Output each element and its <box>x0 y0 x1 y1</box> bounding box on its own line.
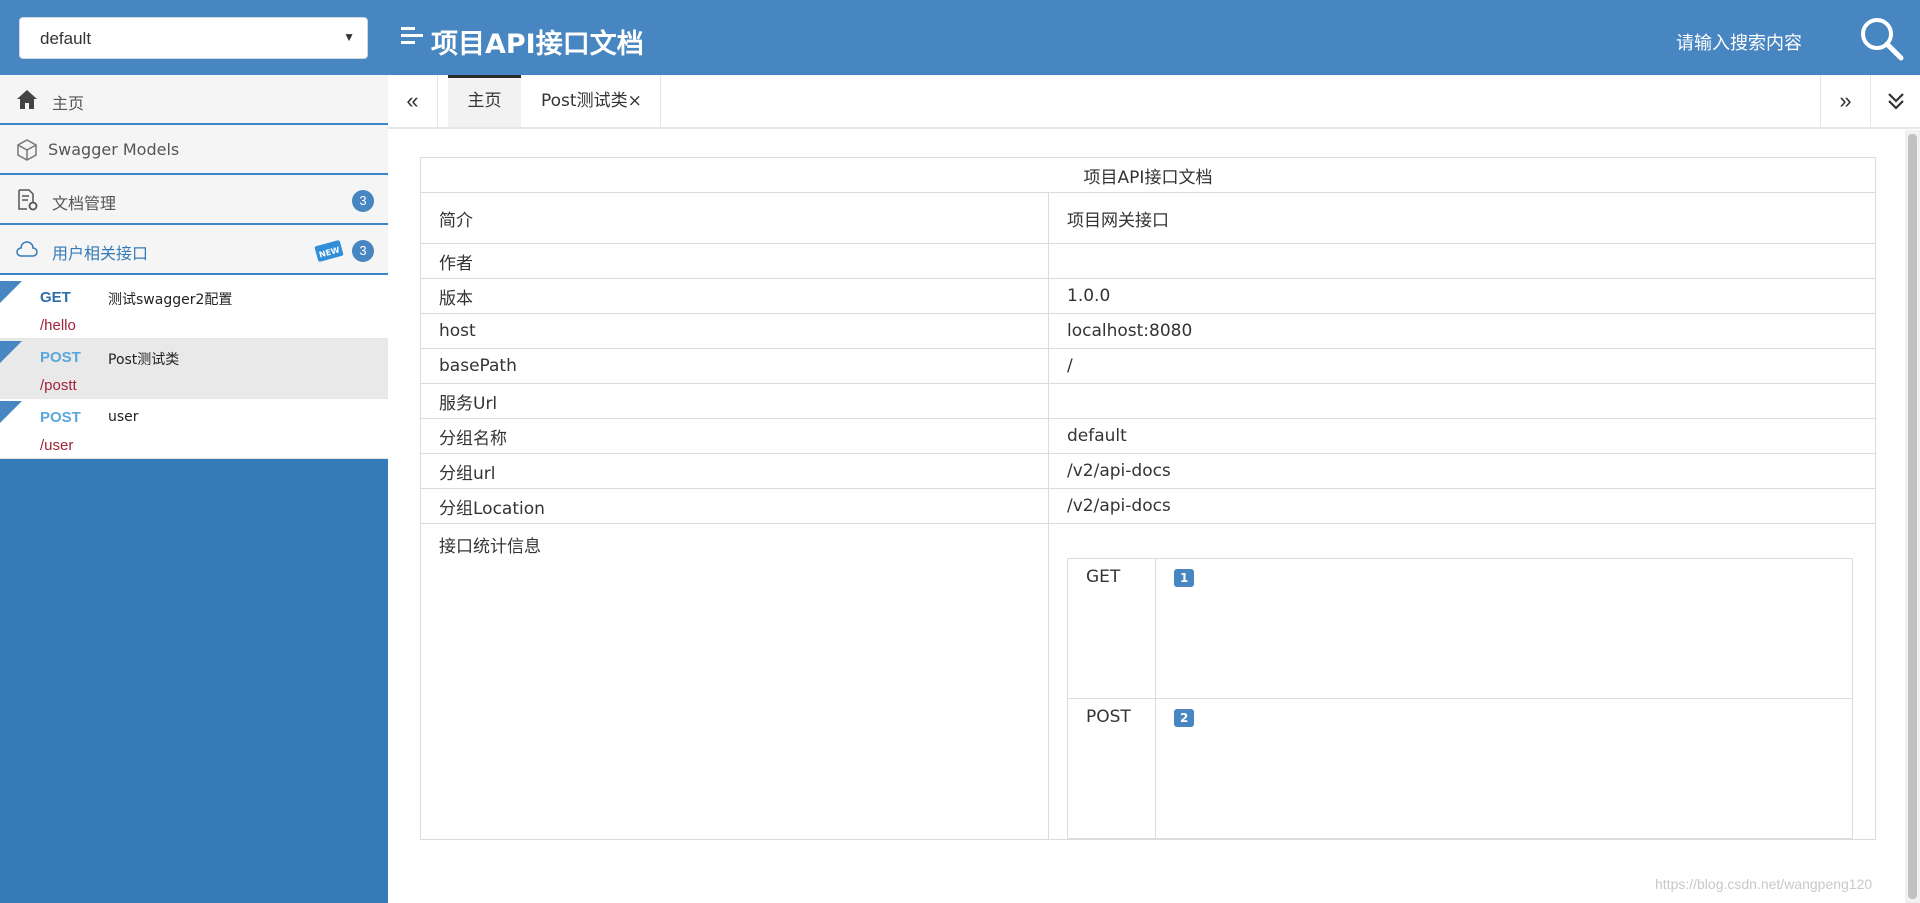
cube-icon <box>15 138 39 162</box>
row-value: / <box>1048 348 1876 384</box>
api-item-get-hello[interactable]: GET 测试swagger2配置 /hello <box>0 279 388 339</box>
tabs-scroll-left-icon[interactable]: « <box>388 75 438 127</box>
table-row: 简介 项目网关接口 <box>420 192 1876 244</box>
chevron-down-icon: ▼ <box>343 30 355 44</box>
api-item-post-postt[interactable]: POST Post测试类 /postt <box>0 339 388 399</box>
count-badge: 3 <box>352 190 374 212</box>
doc-info-table: 项目API接口文档 简介 项目网关接口 作者 版本 1.0.0 host localh… <box>420 157 1876 840</box>
sidebar-item-user-apis[interactable]: 用户相关接口 NEW 3 <box>0 225 388 275</box>
document-settings-icon <box>15 188 39 212</box>
api-summary: Post测试类 <box>108 352 180 368</box>
new-badge: NEW <box>314 237 344 263</box>
row-key: 简介 <box>420 192 1049 244</box>
row-key: host <box>420 313 1049 349</box>
row-value <box>1048 243 1876 279</box>
api-summary: 测试swagger2配置 <box>108 292 233 308</box>
new-ribbon-icon <box>0 341 22 363</box>
sidebar-item-label: Swagger Models <box>48 140 180 159</box>
sidebar: 主页 Swagger Models 文档管理 3 用户相关接口 NEW 3 GE… <box>0 75 388 903</box>
api-path: /hello <box>40 317 76 334</box>
row-value: default <box>1048 418 1876 454</box>
api-stats-table: GET 1 POST 2 <box>1067 558 1853 839</box>
scrollbar[interactable] <box>1905 130 1920 903</box>
sidebar-item-label: 主页 <box>52 94 85 113</box>
row-key: 作者 <box>420 243 1049 279</box>
count-badge: 3 <box>352 240 374 262</box>
group-select[interactable]: default ▼ <box>19 17 368 59</box>
new-ribbon-icon <box>0 401 22 423</box>
table-row: 分组Location/v2/api-docs <box>420 488 1876 524</box>
stats-count-cell: 1 <box>1155 558 1853 699</box>
api-summary: user <box>108 409 139 425</box>
api-item-post-user[interactable]: POST user /user <box>0 399 388 459</box>
stats-row: POST 2 <box>1067 698 1853 839</box>
tab-home[interactable]: 主页 <box>448 75 521 127</box>
menu-toggle-icon[interactable] <box>401 27 423 49</box>
method-label: POST <box>40 409 81 426</box>
tab-post-test[interactable]: Post测试类× <box>521 75 661 127</box>
row-value: 项目网关接口 <box>1048 192 1876 244</box>
stats-count-badge: 2 <box>1174 709 1195 727</box>
api-path: /postt <box>40 377 77 394</box>
row-key: 接口统计信息 <box>420 523 1049 840</box>
row-key: 版本 <box>420 278 1049 314</box>
row-key: 分组Location <box>420 488 1049 524</box>
scrollbar-thumb[interactable] <box>1908 134 1917 899</box>
top-header: default ▼ 项目API接口文档 请输入搜索内容 <box>0 0 1920 75</box>
stats-method: GET <box>1067 558 1156 699</box>
table-row: 服务Url <box>420 383 1876 419</box>
row-value: localhost:8080 <box>1048 313 1876 349</box>
stats-count-cell: 2 <box>1155 698 1853 839</box>
stats-count-badge: 1 <box>1174 569 1195 587</box>
doc-title: 项目API接口文档 <box>420 157 1876 193</box>
row-key: 分组名称 <box>420 418 1049 454</box>
sidebar-item-docs[interactable]: 文档管理 3 <box>0 175 388 225</box>
sidebar-item-label: 文档管理 <box>52 194 117 213</box>
row-value <box>1048 383 1876 419</box>
sidebar-item-home[interactable]: 主页 <box>0 75 388 125</box>
table-row: host localhost:8080 <box>420 313 1876 349</box>
table-row: 接口统计信息 GET 1 POST 2 <box>420 523 1876 840</box>
row-key: basePath <box>420 348 1049 384</box>
search-icon[interactable] <box>1857 14 1905 62</box>
sidebar-item-swagger-models[interactable]: Swagger Models <box>0 125 388 175</box>
row-key: 分组url <box>420 453 1049 489</box>
tabs-menu-icon[interactable] <box>1870 75 1920 127</box>
row-value: 1.0.0 <box>1048 278 1876 314</box>
tab-bar: « 主页 Post测试类× » <box>388 75 1920 129</box>
stats-row: GET 1 <box>1067 558 1853 699</box>
stats-method: POST <box>1067 698 1156 839</box>
method-label: GET <box>40 289 71 306</box>
table-row: basePath / <box>420 348 1876 384</box>
app-title: 项目API接口文档 <box>431 29 644 60</box>
row-value: /v2/api-docs <box>1048 453 1876 489</box>
row-value: /v2/api-docs <box>1048 488 1876 524</box>
table-row: 分组名称 default <box>420 418 1876 454</box>
api-path: /user <box>40 437 74 454</box>
search-input[interactable]: 请输入搜索内容 <box>1676 29 1802 55</box>
row-value: GET 1 POST 2 <box>1048 523 1876 840</box>
table-row: 分组url/v2/api-docs <box>420 453 1876 489</box>
doc-content: 项目API接口文档 简介 项目网关接口 作者 版本 1.0.0 host localh… <box>420 157 1876 840</box>
row-key: 服务Url <box>420 383 1049 419</box>
group-select-value: default <box>40 29 92 48</box>
method-label: POST <box>40 349 81 366</box>
cloud-api-icon <box>15 238 39 262</box>
new-ribbon-icon <box>0 281 22 303</box>
table-row: 作者 <box>420 243 1876 279</box>
sidebar-item-label: 用户相关接口 <box>52 244 149 263</box>
watermark: https://blog.csdn.net/wangpeng120 <box>1655 876 1873 892</box>
table-row: 版本 1.0.0 <box>420 278 1876 314</box>
tabs-scroll-right-icon[interactable]: » <box>1820 75 1870 127</box>
home-icon <box>15 88 39 112</box>
